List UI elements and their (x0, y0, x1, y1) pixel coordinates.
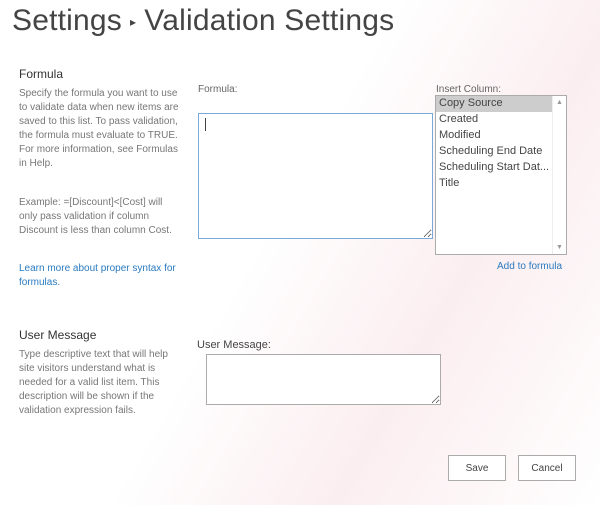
user-message-input[interactable] (206, 354, 441, 405)
add-to-formula-link[interactable]: Add to formula (497, 260, 577, 274)
breadcrumb-settings[interactable]: Settings (12, 4, 122, 37)
user-message-label: User Message: (197, 339, 271, 351)
formula-syntax-link[interactable]: Learn more about proper syntax for formu… (19, 262, 179, 290)
formula-heading: Formula (19, 67, 64, 81)
list-scrollbar[interactable]: ▲ ▼ (552, 96, 566, 254)
save-button[interactable]: Save (448, 455, 506, 481)
scroll-up-icon[interactable]: ▲ (556, 99, 563, 106)
column-option[interactable]: Title (436, 176, 552, 192)
scroll-down-icon[interactable]: ▼ (556, 244, 563, 251)
text-caret (205, 118, 206, 131)
page-title: Settings ▸ Validation Settings (12, 4, 394, 38)
formula-example: Example: =[Discount]<[Cost] will only pa… (19, 197, 172, 236)
column-option[interactable]: Created (436, 112, 552, 128)
user-message-description: Type descriptive text that will help sit… (19, 349, 168, 416)
user-message-heading: User Message (19, 328, 97, 342)
cancel-button[interactable]: Cancel (518, 455, 576, 481)
insert-column-label: Insert Column: (436, 84, 502, 95)
column-option[interactable]: Scheduling End Date (436, 144, 552, 160)
column-option[interactable]: Copy Source (436, 96, 552, 112)
formula-label: Formula: (198, 84, 238, 95)
column-option[interactable]: Scheduling Start Dat... (436, 160, 552, 176)
page-title-text: Validation Settings (144, 4, 395, 37)
breadcrumb-separator-icon: ▸ (130, 15, 137, 30)
insert-column-list[interactable]: Copy Source Created Modified Scheduling End… (435, 95, 567, 255)
column-option[interactable]: Modified (436, 128, 552, 144)
formula-description: Specify the formula you want to use to v… (19, 88, 179, 169)
formula-input[interactable] (198, 113, 433, 239)
